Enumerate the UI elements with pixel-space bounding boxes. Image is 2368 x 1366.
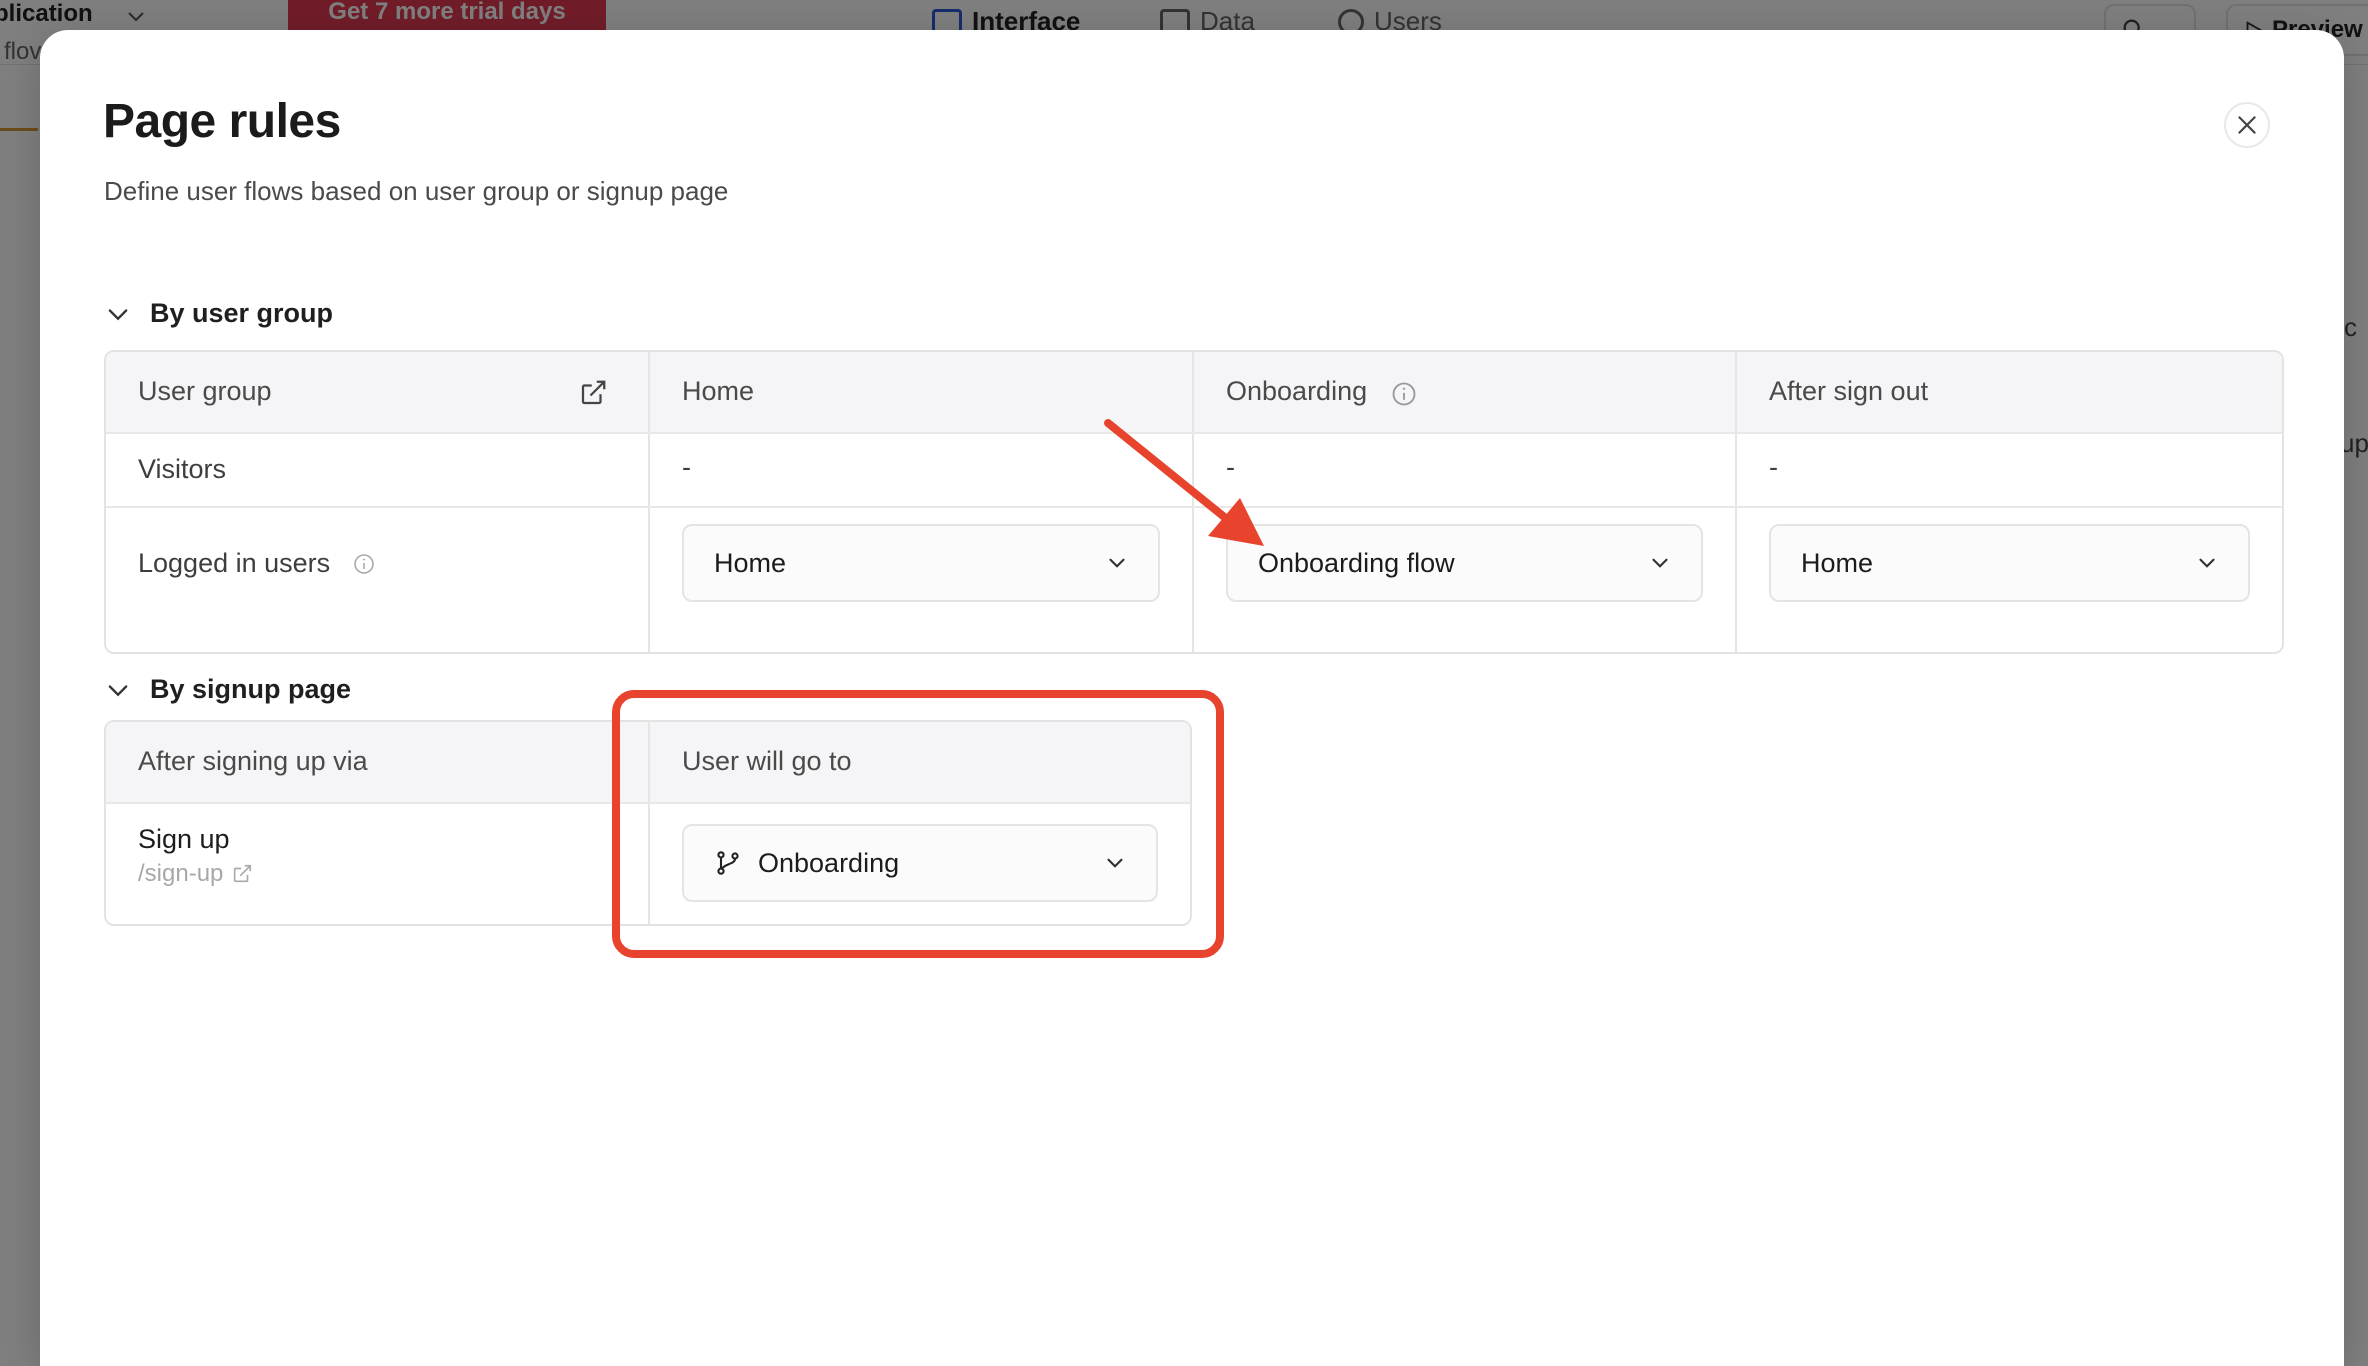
group-name: Visitors xyxy=(138,454,227,484)
after-sign-out-value: - xyxy=(1769,452,1778,482)
chevron-down-icon xyxy=(108,308,128,320)
user-group-table: User group Home Onboarding After sign ou… xyxy=(104,350,2284,654)
after-sign-out-select[interactable]: Home xyxy=(1769,524,2250,602)
header-label: After sign out xyxy=(1769,376,1929,406)
cell-home: Home xyxy=(650,508,1194,652)
external-link-icon[interactable] xyxy=(578,378,608,408)
signup-page-table: After signing up via User will go to Sig… xyxy=(104,720,1192,926)
header-user-will-go-to: User will go to xyxy=(650,722,1190,802)
cell-home: - xyxy=(650,434,1194,506)
table-row: Sign up /sign-up Onboarding xyxy=(106,804,1190,924)
home-value: - xyxy=(682,452,691,482)
cell-destination: Onboarding xyxy=(650,804,1190,924)
modal-title: Page rules xyxy=(103,95,341,148)
header-label: User will go to xyxy=(682,746,852,776)
section-label: By signup page xyxy=(150,674,352,704)
section-label: By user group xyxy=(150,298,334,328)
page-rules-modal: Page rules Define user flows based on us… xyxy=(40,30,2344,1366)
info-icon[interactable] xyxy=(352,552,376,576)
chevron-down-icon xyxy=(108,684,128,696)
select-value: Home xyxy=(1801,547,1874,578)
chevron-down-icon xyxy=(2199,558,2215,568)
table-header-row: User group Home Onboarding After sign ou… xyxy=(106,352,2282,434)
chevron-down-icon xyxy=(1652,558,1668,568)
home-page-select[interactable]: Home xyxy=(682,524,1160,602)
table-header-row: After signing up via User will go to xyxy=(106,722,1190,804)
group-name: Logged in users xyxy=(138,548,331,578)
select-value: Onboarding flow xyxy=(1258,547,1455,578)
chevron-down-icon xyxy=(1109,558,1125,568)
table-row: Logged in users Home Onboarding flow Hom… xyxy=(106,508,2282,652)
close-button[interactable] xyxy=(2224,102,2270,148)
table-row: Visitors - - - xyxy=(106,434,2282,508)
onboarding-value: - xyxy=(1226,452,1235,482)
cell-after-sign-out: Home xyxy=(1737,508,2282,652)
section-by-signup-page[interactable]: By signup page xyxy=(104,674,351,705)
section-by-user-group[interactable]: By user group xyxy=(104,298,333,329)
external-link-icon xyxy=(234,864,252,883)
header-label: Onboarding xyxy=(1226,376,1368,406)
signup-page-link[interactable]: /sign-up xyxy=(138,860,253,888)
onboarding-flow-select[interactable]: Onboarding flow xyxy=(1226,524,1703,602)
select-value: Home xyxy=(714,547,787,578)
header-label: After signing up via xyxy=(138,746,368,776)
header-label: Home xyxy=(682,376,755,406)
signup-destination-select[interactable]: Onboarding xyxy=(682,824,1158,902)
cell-onboarding: - xyxy=(1194,434,1737,506)
header-home: Home xyxy=(650,352,1194,432)
select-value: Onboarding xyxy=(758,847,900,878)
cell-after-sign-out: - xyxy=(1737,434,2282,506)
cell-group: Logged in users xyxy=(106,508,650,652)
signup-page-path: /sign-up xyxy=(138,860,224,887)
header-after-sign-out: After sign out xyxy=(1737,352,2282,432)
cell-group: Visitors xyxy=(106,434,650,506)
header-onboarding: Onboarding xyxy=(1194,352,1737,432)
info-icon[interactable] xyxy=(1390,380,1418,408)
close-icon xyxy=(2238,116,2256,134)
cell-signup-page: Sign up /sign-up xyxy=(106,804,650,924)
chevron-down-icon xyxy=(1107,858,1123,868)
header-after-signing-up-via: After signing up via xyxy=(106,722,650,802)
cell-onboarding: Onboarding flow xyxy=(1194,508,1737,652)
header-label: User group xyxy=(138,376,272,406)
modal-subtitle: Define user flows based on user group or… xyxy=(104,176,729,206)
header-user-group: User group xyxy=(106,352,650,432)
signup-page-name: Sign up xyxy=(138,824,230,854)
git-branch-icon xyxy=(717,851,739,875)
